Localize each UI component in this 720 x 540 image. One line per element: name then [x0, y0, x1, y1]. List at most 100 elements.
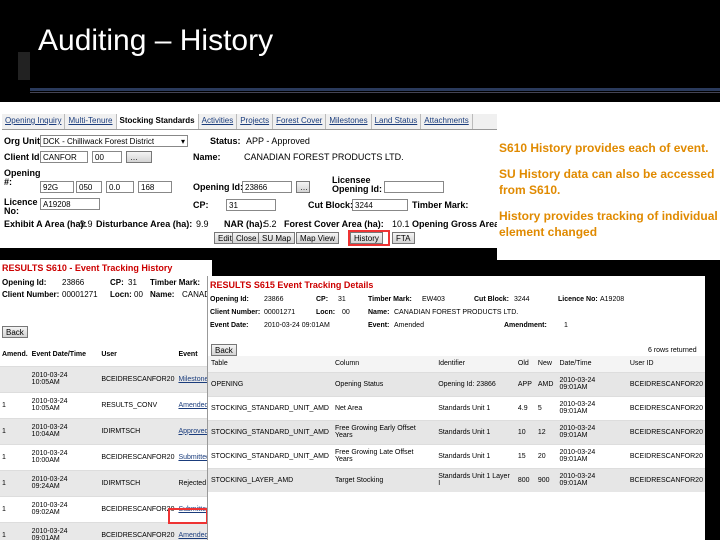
cell-date: 2010-03-24 09:02AM	[29, 495, 100, 522]
s615-cut-block-value: 3244	[514, 296, 530, 303]
table-row: 1 2010-03-24 09:01AM BCEIDRESCANFOR20 Amend…	[0, 521, 212, 540]
s610-history-heading: RESULTS S610 - Event Tracking History	[2, 263, 173, 273]
timber-mark-label: Timber Mark:	[412, 200, 469, 210]
cell-table: OPENING	[208, 371, 332, 396]
s615-timber-mark-value: EW403	[422, 296, 445, 303]
s615-cut-block-label: Cut Block:	[474, 296, 509, 303]
cell-new: AMD	[534, 371, 557, 396]
s615-name-value: CANADIAN FOREST PRODUCTS LTD.	[394, 309, 519, 316]
opening-a-field[interactable]: 050	[76, 181, 102, 193]
s610-screenshot: Opening Inquiry Multi-Tenure Stocking Stan…	[0, 102, 497, 248]
hist-name-value: CANAD	[182, 290, 211, 299]
column-header: Amend.	[0, 344, 30, 366]
column-header: Old	[514, 356, 535, 372]
org-unit-label: Org Unit:	[4, 136, 43, 146]
table-row: 1 2010-03-24 10:05AM RESULTS_CONV Amended	[0, 391, 212, 418]
opening-c-field[interactable]: 168	[138, 181, 172, 193]
cut-block-field[interactable]: 3244	[352, 199, 408, 211]
s615-timber-mark-label: Timber Mark:	[368, 296, 412, 303]
cell-user: BCEIDRESCANFOR20	[626, 395, 705, 420]
opening-id-field[interactable]: 23866	[242, 181, 292, 193]
s615-event-label: Event:	[368, 322, 390, 329]
cell-user: BCEIDRESCANFOR20	[626, 371, 705, 396]
name-value: CANADIAN FOREST PRODUCTS LTD.	[244, 152, 404, 162]
slide: Auditing – History Opening Inquiry Multi-…	[0, 0, 720, 540]
tab-forest-cover[interactable]: Forest Cover	[273, 114, 327, 129]
tab-opening-inquiry[interactable]: Opening Inquiry	[2, 114, 66, 129]
hist-cp-value: 31	[128, 278, 137, 287]
opening-map-field[interactable]: 92G	[40, 181, 74, 193]
licence-field[interactable]: A19208	[40, 198, 100, 210]
cell-user: IDIRMTSCH	[99, 469, 177, 496]
name-label: Name:	[193, 152, 221, 162]
cell-table: STOCKING_STANDARD_UNIT_AMD	[208, 419, 332, 444]
tab-activities[interactable]: Activities	[199, 114, 238, 129]
notes-panel: S610 History provides each of event. SU …	[497, 132, 720, 260]
s615-back-button[interactable]: Back	[211, 344, 237, 356]
hist-timber-mark-label: Timber Mark:	[150, 278, 201, 287]
cell-column: Target Stocking	[331, 467, 436, 492]
status-label: Status:	[210, 136, 241, 146]
hist-cp-label: CP:	[110, 278, 124, 287]
tab-milestones[interactable]: Milestones	[326, 114, 372, 129]
table-row: 1 2010-03-24 10:04AM IDIRMTSCH Approved	[0, 417, 212, 444]
cell-table: STOCKING_STANDARD_UNIT_AMD	[208, 443, 332, 468]
tab-attachments[interactable]: Attachments	[421, 114, 473, 129]
note-1: S610 History provides each of event.	[499, 141, 709, 155]
column-header: User ID	[626, 356, 705, 372]
client-loc-field[interactable]: 00	[92, 151, 122, 163]
title-accent-bar	[18, 52, 30, 80]
opening-search-button[interactable]: …	[296, 181, 310, 193]
cell-user: IDIRMTSCH	[99, 417, 177, 444]
close-button[interactable]: Close	[232, 232, 261, 244]
opening-map-value: 92G	[43, 183, 59, 192]
cell-user: BCEIDRESCANFOR20	[626, 419, 705, 444]
org-unit-select[interactable]: DCK - Chilliwack Forest District ▾	[40, 135, 188, 147]
cell-date: 2010-03-24 10:00AM	[29, 443, 100, 470]
tab-projects[interactable]: Projects	[237, 114, 274, 129]
cell-date: 2010-03-24 09:01AM	[29, 521, 100, 540]
cut-block-label: Cut Block:	[308, 200, 353, 210]
su-map-button[interactable]: SU Map	[258, 232, 295, 244]
client-search-button[interactable]: …	[126, 151, 152, 163]
gross-area-label: Opening Gross Area	[412, 219, 497, 229]
cell-user: BCEIDRESCANFOR20	[99, 521, 177, 540]
fta-button[interactable]: FTA	[392, 232, 415, 244]
hist-back-button[interactable]: Back	[2, 326, 28, 338]
tab-stocking-standards[interactable]: Stocking Standards	[116, 114, 199, 129]
tab-multi-tenure[interactable]: Multi-Tenure	[65, 114, 117, 129]
column-header: User	[99, 344, 177, 366]
client-id-value: CANFOR	[43, 153, 77, 162]
opening-b-field[interactable]: 0.0	[106, 181, 134, 193]
s615-event-date-value: 2010-03-24 09:01AM	[264, 322, 330, 329]
cell-column: Free Growing Late Offset Years	[331, 443, 436, 468]
opening-a-value: 050	[79, 183, 93, 192]
table-row: 1 2010-03-24 10:00AM BCEIDRESCANFOR20 Submi…	[0, 443, 212, 470]
hist-client-number-label: Client Number:	[2, 290, 60, 299]
amended-highlight	[168, 508, 208, 524]
history-highlight	[348, 230, 390, 246]
hist-client-number-value: 00001271	[62, 290, 98, 299]
s615-cp-value: 31	[338, 296, 346, 303]
cell-old: 800	[514, 467, 535, 492]
hist-opening-id-value: 23866	[62, 278, 85, 287]
licensee-opening-label: Licensee Opening Id:	[332, 175, 382, 194]
s615-opening-id-label: Opening Id:	[210, 296, 249, 303]
cell-amend: 1	[0, 521, 30, 540]
tab-land-status[interactable]: Land Status	[372, 114, 422, 129]
table-row: OPENING Opening Status Opening Id: 23866 AP…	[208, 371, 705, 396]
cell-amend: 1	[0, 417, 30, 444]
cell-user: BCEIDRESCANFOR20	[99, 365, 177, 392]
client-id-field[interactable]: CANFOR	[40, 151, 88, 163]
cell-date: 2010-03-24 10:05AM	[29, 391, 100, 418]
s615-event-value: Amended	[394, 322, 424, 329]
cell-user: BCEIDRESCANFOR20	[626, 443, 705, 468]
cp-field[interactable]: 31	[226, 199, 276, 211]
cell-old: 4.9	[514, 395, 535, 420]
cell-amend: 1	[0, 391, 30, 418]
licensee-opening-field[interactable]	[384, 181, 444, 193]
event-details-table: Table Column Identifier Old New Date/Time User…	[208, 356, 705, 492]
column-header: Event Date/Time	[29, 344, 100, 366]
map-view-button[interactable]: Map View	[296, 232, 339, 244]
cell-amend: 1	[0, 443, 30, 470]
